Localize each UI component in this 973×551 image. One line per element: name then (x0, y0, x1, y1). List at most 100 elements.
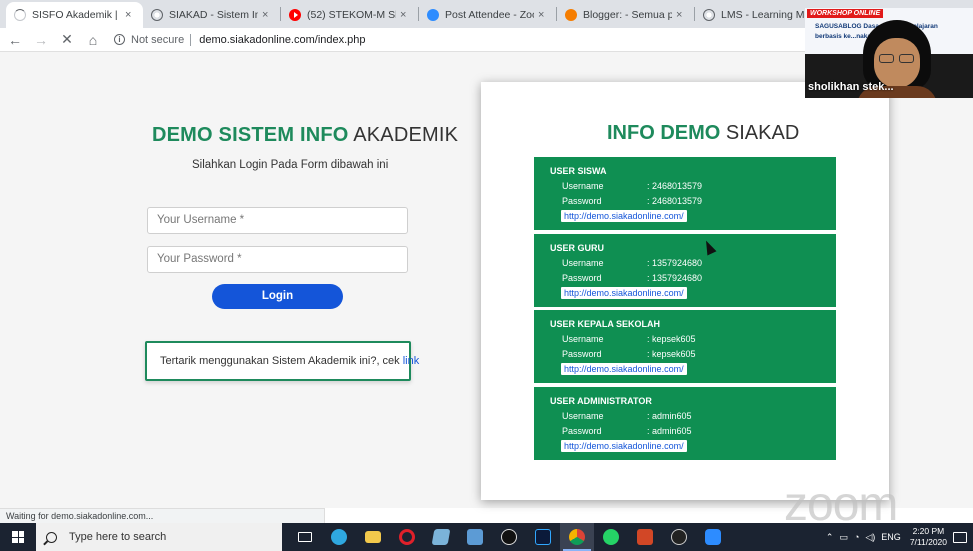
screen: SISFO Akademik | Log × SIAKAD - Sistem I… (0, 0, 973, 551)
tab-sisfo-akademik[interactable]: SISFO Akademik | Log × (6, 2, 143, 28)
demo-link[interactable]: http://demo.siakadonline.com/ (561, 210, 687, 222)
opera-icon[interactable] (390, 523, 424, 551)
loading-spinner-icon (14, 9, 26, 21)
interest-box: Tertarik menggunakan Sistem Akademik ini… (145, 341, 419, 381)
info-icon[interactable]: i (114, 34, 125, 45)
login-subtitle: Silahkan Login Pada Form dibawah ini (192, 159, 389, 171)
edge-icon[interactable] (322, 523, 356, 551)
tab-blogger[interactable]: Blogger: - Semua pos × (557, 2, 694, 28)
close-icon[interactable]: × (676, 9, 686, 21)
tab-title: SIAKAD - Sistem Inform (169, 9, 258, 21)
network-icon[interactable]: ◔ (854, 532, 859, 542)
password-value: : kepsek605 (647, 349, 696, 359)
password-label: Password (562, 196, 602, 206)
password-value: : 1357924680 (647, 273, 703, 283)
close-icon[interactable]: × (125, 9, 135, 21)
security-label: Not secure (131, 33, 185, 46)
info-demo-card: INFO DEMO SIAKAD USER SISWA Username : 2… (481, 82, 889, 500)
tab-zoom[interactable]: Post Attendee - Zoom × (419, 2, 556, 28)
powerpoint-icon[interactable] (628, 523, 662, 551)
login-button[interactable]: Login (212, 284, 343, 309)
web-page: DEMO SISTEM INFO AKADEMIK Silahkan Login… (0, 52, 973, 531)
clock-time: 2:20 PM (912, 526, 945, 536)
password-value: : admin605 (647, 426, 692, 436)
webcam-video: WORKSHOP ONLINE SAGUSABLOG Dasa...ata Pe… (805, 8, 973, 98)
forward-icon[interactable]: → (30, 32, 52, 48)
windows-icon (12, 531, 24, 543)
user-box-siswa: USER SISWA Username : 2468013579 Passwor… (534, 157, 836, 230)
globe-icon (703, 9, 715, 21)
demo-link[interactable]: http://demo.siakadonline.com/ (561, 440, 687, 452)
chrome-icon[interactable] (560, 523, 594, 551)
user-role: USER GURU (550, 243, 605, 253)
home-icon[interactable]: ⌂ (82, 32, 104, 48)
password-value: : 2468013579 (647, 196, 703, 206)
globe-icon (151, 9, 163, 21)
username-value: : admin605 (647, 411, 692, 421)
obs-icon[interactable] (662, 523, 696, 551)
system-tray: ⌃ ▭ ◔ ◁) ENG 2:20 PM 7/11/2020 (823, 523, 973, 551)
login-title-rest: AKADEMIK (353, 124, 459, 146)
close-icon[interactable]: × (538, 9, 548, 21)
taskbar-search[interactable]: Type here to search (36, 523, 282, 551)
whatsapp-icon[interactable] (594, 523, 628, 551)
notification-icon[interactable] (953, 531, 967, 543)
user-box-kepala-sekolah: USER KEPALA SEKOLAH Username : kepsek605… (534, 310, 836, 383)
tab-title: Post Attendee - Zoom (445, 9, 534, 21)
winamp-icon[interactable] (492, 523, 526, 551)
loading-status: Waiting for demo.siakadonline.com... (0, 508, 325, 523)
start-button[interactable] (0, 523, 36, 551)
address-bar[interactable]: i Not secure demo.siakadonline.com/index… (114, 30, 714, 50)
info-title-rest: SIAKAD (725, 122, 800, 144)
omnibox-divider (190, 33, 192, 46)
workshop-tag: WORKSHOP ONLINE (807, 9, 884, 18)
task-view-icon[interactable] (288, 523, 322, 551)
username-input[interactable]: Your Username * (147, 207, 408, 234)
close-icon[interactable]: × (400, 9, 410, 21)
username-value: : 1357924680 (647, 258, 703, 268)
volume-icon[interactable]: ◁) (865, 532, 875, 543)
password-input[interactable]: Your Password * (147, 246, 408, 273)
demo-link[interactable]: http://demo.siakadonline.com/ (561, 287, 687, 299)
search-placeholder: Type here to search (69, 531, 167, 543)
login-title-bold: DEMO SISTEM INFO (152, 124, 349, 146)
tab-title: (52) STEKOM-M Sholik (307, 9, 396, 21)
photoshop-icon[interactable] (526, 523, 560, 551)
user-role: USER ADMINISTRATOR (550, 396, 652, 406)
youtube-icon (289, 9, 301, 21)
username-label: Username (562, 258, 604, 268)
notes-icon[interactable] (424, 523, 458, 551)
show-hidden-icons-icon[interactable]: ⌃ (826, 532, 834, 543)
user-role: USER SISWA (550, 166, 607, 176)
url-text[interactable]: demo.siakadonline.com/index.php (199, 34, 365, 46)
username-label: Username (562, 334, 604, 344)
demo-link[interactable]: http://demo.siakadonline.com/ (561, 363, 687, 375)
clock[interactable]: 2:20 PM 7/11/2020 (910, 526, 947, 548)
zoom-icon (427, 9, 439, 21)
zoom-app-icon[interactable] (696, 523, 730, 551)
username-label: Username (562, 181, 604, 191)
username-value: : 2468013579 (647, 181, 703, 191)
interest-link[interactable]: link (403, 355, 420, 367)
user-box-administrator: USER ADMINISTRATOR Username : admin605 P… (534, 387, 836, 460)
tab-title: SISFO Akademik | Log (32, 9, 121, 21)
back-icon[interactable]: ← (4, 32, 26, 48)
language-indicator[interactable]: ENG (881, 532, 901, 542)
file-explorer-icon[interactable] (356, 523, 390, 551)
password-label: Password (562, 349, 602, 359)
login-title: DEMO SISTEM INFO AKADEMIK (152, 124, 458, 147)
tab-siakad[interactable]: SIAKAD - Sistem Inform × (143, 2, 280, 28)
username-label: Username (562, 411, 604, 421)
password-label: Password (562, 273, 602, 283)
clock-date: 7/11/2020 (909, 537, 947, 547)
stop-loading-icon[interactable]: ✕ (56, 31, 78, 48)
username-value: : kepsek605 (647, 334, 696, 344)
blogger-icon (565, 9, 577, 21)
battery-icon[interactable]: ▭ (839, 532, 848, 543)
store-icon[interactable] (458, 523, 492, 551)
search-icon (46, 531, 57, 543)
tab-youtube[interactable]: (52) STEKOM-M Sholik × (281, 2, 418, 28)
info-title: INFO DEMO SIAKAD (607, 122, 799, 145)
close-icon[interactable]: × (262, 9, 272, 21)
user-box-guru: USER GURU Username : 1357924680 Password… (534, 234, 836, 307)
